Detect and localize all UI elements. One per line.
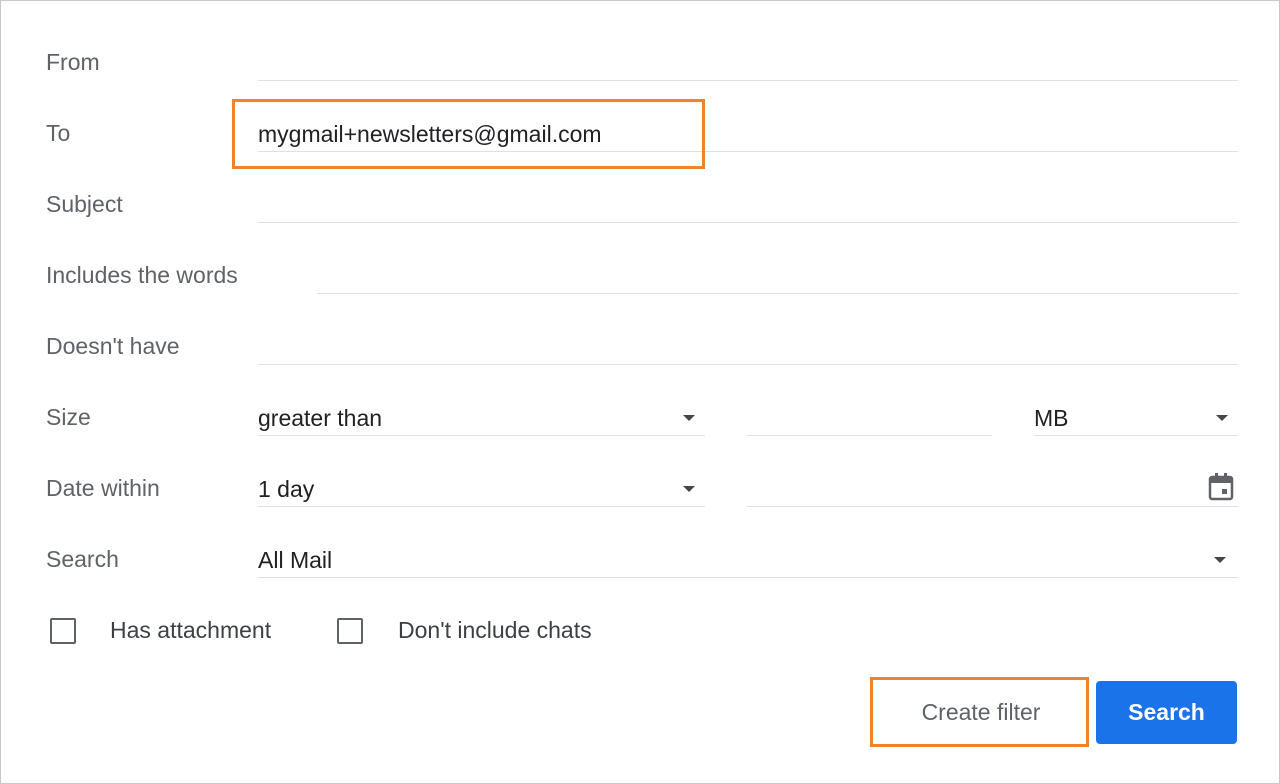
doesnt-have-field[interactable]: [258, 330, 1238, 365]
size-unit-select[interactable]: MB: [1034, 401, 1238, 436]
size-label: Size: [46, 404, 91, 430]
subject-label: Subject: [46, 191, 123, 217]
search-scope-label: Search: [46, 546, 119, 572]
subject-field[interactable]: [258, 188, 1238, 223]
from-label: From: [46, 49, 100, 75]
date-within-label: Date within: [46, 475, 160, 501]
date-within-value: 1 day: [258, 476, 315, 502]
size-comparator-value: greater than: [258, 405, 383, 431]
search-button[interactable]: Search: [1096, 681, 1237, 744]
includes-words-label: Includes the words: [46, 262, 238, 288]
chevron-down-icon: [1216, 415, 1228, 421]
chevron-down-icon: [1214, 557, 1226, 563]
from-field[interactable]: [258, 46, 1238, 81]
create-filter-highlight: [870, 677, 1089, 747]
date-input[interactable]: [747, 472, 1238, 507]
size-amount-input[interactable]: [747, 401, 992, 436]
to-label: To: [46, 120, 71, 146]
dont-include-chats-label[interactable]: Don't include chats: [398, 616, 592, 644]
to-field-highlight: [232, 99, 705, 169]
search-options-dialog: From To mygmail+newsletters@gmail.com Su…: [0, 0, 1280, 784]
includes-words-field[interactable]: [317, 259, 1238, 294]
size-comparator-select[interactable]: greater than: [258, 401, 705, 436]
date-within-select[interactable]: 1 day: [258, 472, 705, 507]
dont-include-chats-checkbox[interactable]: [337, 618, 363, 644]
has-attachment-label[interactable]: Has attachment: [110, 616, 271, 644]
doesnt-have-label: Doesn't have: [46, 333, 180, 359]
chevron-down-icon: [683, 415, 695, 421]
size-unit-value: MB: [1034, 405, 1069, 431]
search-scope-select[interactable]: All Mail: [258, 543, 1238, 578]
calendar-icon[interactable]: [1207, 472, 1235, 502]
chevron-down-icon: [683, 486, 695, 492]
has-attachment-checkbox[interactable]: [50, 618, 76, 644]
search-scope-value: All Mail: [258, 547, 333, 573]
